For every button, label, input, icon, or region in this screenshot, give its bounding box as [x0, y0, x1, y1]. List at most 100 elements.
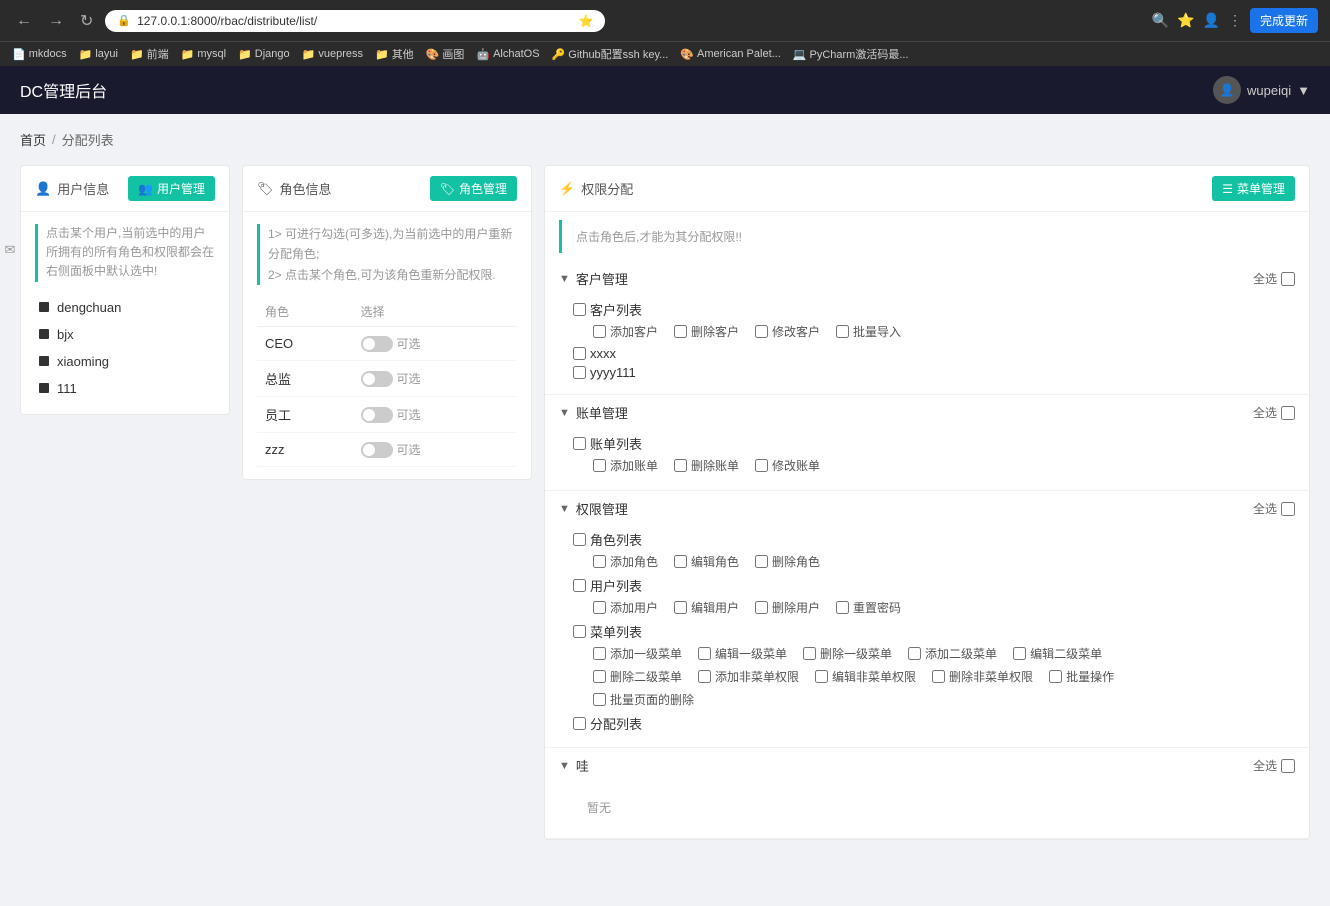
star-icon[interactable]: ⭐: [1177, 12, 1194, 29]
perm-child-item: 删除非菜单权限: [932, 668, 1033, 685]
perm-checkbox[interactable]: [573, 437, 586, 450]
breadcrumb-home[interactable]: 首页: [20, 130, 46, 149]
panels-container: 👤 用户信息 👥 用户管理 点击某个用户,当前选中的用户所拥有的所有角色和权限都…: [20, 165, 1310, 840]
bookmark-frontend[interactable]: 📁 前端: [130, 46, 169, 62]
bookmark-other[interactable]: 📁 其他: [375, 46, 414, 62]
perm-child-item: 删除一级菜单: [803, 645, 892, 662]
sidebar-toggle-icon[interactable]: ✉: [0, 230, 20, 270]
perm-checkbox[interactable]: [573, 625, 586, 638]
role-manage-button[interactable]: 🏷 角色管理: [430, 176, 517, 201]
role-toggle[interactable]: [361, 442, 393, 458]
user-manage-button[interactable]: 👥 用户管理: [128, 176, 215, 201]
perm-checkbox[interactable]: [674, 325, 687, 338]
perm-checkbox[interactable]: [815, 670, 828, 683]
section-header-customer[interactable]: ▼ 客户管理 全选: [545, 261, 1309, 296]
perm-checkbox[interactable]: [573, 533, 586, 546]
perm-checkbox[interactable]: [755, 459, 768, 472]
perm-checkbox[interactable]: [836, 601, 849, 614]
perm-checkbox[interactable]: [932, 670, 945, 683]
perm-checkbox[interactable]: [803, 647, 816, 660]
perm-checkbox[interactable]: [1049, 670, 1062, 683]
user-dot-icon: [39, 356, 49, 366]
role-panel-title: 🏷 角色信息: [257, 179, 332, 198]
user-list-item[interactable]: xiaoming: [35, 348, 215, 375]
role-panel-header: 🏷 角色信息 🏷 角色管理: [243, 166, 531, 212]
role-toggle[interactable]: [361, 407, 393, 423]
perm-checkbox[interactable]: [755, 555, 768, 568]
perm-checkbox[interactable]: [593, 555, 606, 568]
perm-checkbox[interactable]: [674, 459, 687, 472]
select-all-checkbox[interactable]: [1281, 272, 1295, 286]
bookmark-draw[interactable]: 🎨 画图: [426, 46, 465, 62]
perm-checkbox[interactable]: [593, 647, 606, 660]
section-title-perm: ▼ 权限管理: [559, 499, 628, 518]
perm-checkbox[interactable]: [573, 303, 586, 316]
url-bar[interactable]: 🔒 127.0.0.1:8000/rbac/distribute/list/ ⭐: [105, 10, 605, 32]
select-all-checkbox[interactable]: [1281, 406, 1295, 420]
bookmark-mysql[interactable]: 📁 mysql: [181, 48, 226, 61]
update-button[interactable]: 完成更新: [1250, 8, 1318, 33]
perm-checkbox[interactable]: [593, 693, 606, 706]
bookmark-github[interactable]: 🔑 Github配置ssh key...: [552, 46, 669, 62]
perm-checkbox[interactable]: [573, 579, 586, 592]
perm-checkbox[interactable]: [698, 670, 711, 683]
user-menu[interactable]: 👤 wupeiqi ▼: [1213, 76, 1310, 104]
table-row[interactable]: CEO 可选: [257, 327, 517, 361]
chevron-down-icon: ▼: [559, 273, 570, 285]
perm-checkbox[interactable]: [593, 459, 606, 472]
search-icon[interactable]: 🔍: [1152, 12, 1169, 29]
user-panel-notice: 点击某个用户,当前选中的用户所拥有的所有角色和权限都会在右侧面板中默认选中!: [35, 224, 215, 282]
perm-checkbox[interactable]: [593, 670, 606, 683]
back-button[interactable]: ←: [12, 10, 36, 32]
perm-parent-item: xxxx: [573, 346, 1295, 361]
bookmark-layui[interactable]: 📁 layui: [79, 48, 118, 61]
perm-checkbox[interactable]: [573, 347, 586, 360]
bill-perm-items: 账单列表 添加账单 删除账单 修改账单: [545, 430, 1309, 490]
perm-checkbox[interactable]: [674, 555, 687, 568]
forward-button[interactable]: →: [44, 10, 68, 32]
section-header-perm[interactable]: ▼ 权限管理 全选: [545, 491, 1309, 526]
perm-child-item: 删除用户: [755, 599, 820, 616]
perm-child-item: 编辑角色: [674, 553, 739, 570]
perm-parent-item: 角色列表: [573, 530, 1295, 549]
menu-manage-button[interactable]: ☰ 菜单管理: [1212, 176, 1295, 201]
menu-icon[interactable]: ⋮: [1228, 12, 1242, 29]
perm-checkbox[interactable]: [593, 325, 606, 338]
user-list-item[interactable]: dengchuan: [35, 294, 215, 321]
table-row[interactable]: 总监 可选: [257, 361, 517, 397]
perm-child-item: 编辑非菜单权限: [815, 668, 916, 685]
section-header-wat[interactable]: ▼ 哇 全选: [545, 748, 1309, 783]
perm-perm-items: 角色列表 添加角色 编辑角色 删除角色: [545, 526, 1309, 747]
account-icon[interactable]: 👤: [1203, 12, 1220, 29]
perm-checkbox[interactable]: [573, 717, 586, 730]
table-row[interactable]: 员工 可选: [257, 397, 517, 433]
perm-checkbox[interactable]: [674, 601, 687, 614]
table-row[interactable]: zzz 可选: [257, 433, 517, 467]
bookmark-pycharm[interactable]: 💻 PyCharm激活码最...: [793, 46, 909, 62]
bookmark-alchat[interactable]: 🤖 AlchatOS: [476, 48, 539, 61]
select-all-checkbox[interactable]: [1281, 502, 1295, 516]
perm-checkbox[interactable]: [755, 601, 768, 614]
perm-checkbox[interactable]: [836, 325, 849, 338]
user-panel-title: 👤 用户信息: [35, 179, 109, 198]
toggle-wrap: 可选: [361, 370, 509, 387]
section-header-bill[interactable]: ▼ 账单管理 全选: [545, 395, 1309, 430]
perm-checkbox[interactable]: [755, 325, 768, 338]
bookmark-american[interactable]: 🎨 American Palet...: [680, 48, 780, 61]
select-all-checkbox[interactable]: [1281, 759, 1295, 773]
refresh-button[interactable]: ↻: [76, 9, 97, 33]
perm-checkbox[interactable]: [593, 601, 606, 614]
perm-checkbox[interactable]: [698, 647, 711, 660]
user-list-item[interactable]: bjx: [35, 321, 215, 348]
user-list-item[interactable]: 111: [35, 375, 215, 402]
permission-section-wat: ▼ 哇 全选 暂无: [545, 748, 1309, 839]
perm-checkbox[interactable]: [908, 647, 921, 660]
bookmark-vuepress[interactable]: 📁 vuepress: [302, 48, 363, 61]
bookmark-mkdocs[interactable]: 📄 mkdocs: [12, 48, 67, 61]
role-toggle[interactable]: [361, 336, 393, 352]
perm-checkbox[interactable]: [573, 366, 586, 379]
role-toggle[interactable]: [361, 371, 393, 387]
bookmark-django[interactable]: 📁 Django: [238, 48, 290, 61]
perm-checkbox[interactable]: [1013, 647, 1026, 660]
perm-parent-item: 菜单列表: [573, 622, 1295, 641]
